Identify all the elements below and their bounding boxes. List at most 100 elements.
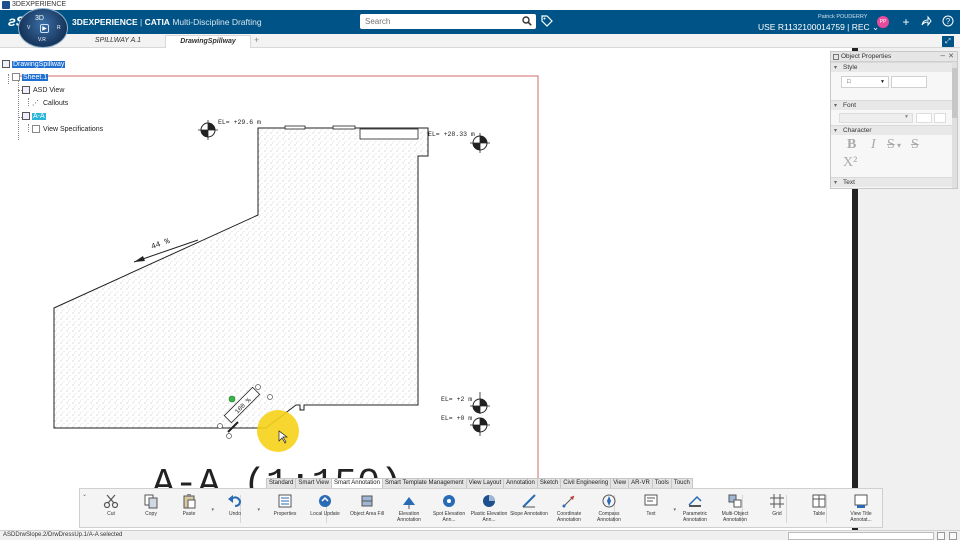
tree-view-specs[interactable]: View Specifications — [32, 125, 104, 135]
tree-asd-view[interactable]: ASD View — [22, 86, 65, 96]
compass-icon — [601, 493, 617, 509]
spillway-section[interactable] — [53, 127, 429, 429]
grip-handle[interactable] — [255, 384, 261, 390]
compass-button[interactable]: Compass Annotation — [588, 491, 630, 527]
elevation-marker-right-lower[interactable]: EL= +0 m — [441, 415, 490, 436]
specs-icon — [32, 125, 40, 134]
share-icon[interactable] — [919, 15, 933, 29]
play-icon[interactable]: ▶ — [40, 24, 49, 33]
panel-title: Object Properties – ✕ — [831, 51, 957, 62]
properties-button[interactable]: Properties — [264, 491, 306, 527]
bottom-tab[interactable]: Smart Template Management — [381, 478, 467, 488]
underline-button[interactable]: S — [911, 137, 919, 153]
undo-button[interactable]: Undo ▾ — [214, 491, 260, 527]
grid-button[interactable]: Grid — [756, 491, 798, 527]
grip-handle[interactable] — [217, 423, 223, 429]
collapse-icon[interactable]: ⌄ — [82, 491, 87, 498]
action-label: Multi-Object Annotation — [721, 511, 749, 523]
status-input[interactable] — [788, 532, 934, 540]
local-update-button[interactable]: Local Update — [304, 491, 346, 527]
paste-button[interactable]: Paste ▾ — [168, 491, 214, 527]
elevation-marker-right-upper[interactable]: EL= +2 m — [441, 392, 490, 414]
view-title-button[interactable]: View Title Annotat... — [840, 491, 882, 527]
elevation-marker-top-right[interactable]: EL= +28.33 m — [428, 131, 490, 153]
copy-button[interactable]: Copy — [130, 491, 172, 527]
slope-button[interactable]: Slope Annotation — [508, 491, 550, 527]
superscript-button[interactable]: X² — [843, 155, 857, 171]
coordinate-button[interactable]: Coordinate Annotation — [548, 491, 590, 527]
crest-detail — [359, 128, 419, 140]
add-icon[interactable]: + — [899, 15, 913, 29]
copy-icon — [143, 493, 159, 509]
bottom-tab[interactable]: Standard — [266, 478, 297, 488]
compass-widget[interactable]: 3D V ▶ R V.R — [18, 8, 68, 48]
tag-icon[interactable] — [541, 15, 553, 30]
plastic-elevation-button[interactable]: Plastic Elevation Ann... — [468, 491, 510, 527]
elevation-marker-top-left[interactable]: EL= +29.6 m — [198, 119, 261, 140]
bottom-tab[interactable]: Smart Annotation — [330, 478, 383, 488]
style-field[interactable] — [891, 76, 927, 88]
style-select[interactable]: □ ▼ — [841, 76, 889, 88]
local-update-icon — [317, 493, 333, 509]
bottom-tab[interactable]: Touch — [670, 478, 693, 488]
crest-detail — [284, 125, 306, 130]
search-input[interactable] — [360, 14, 510, 29]
properties-icon — [277, 493, 293, 509]
panel-scrollbar[interactable] — [952, 62, 957, 188]
tree-sheet[interactable]: Sheet.1 — [12, 73, 49, 83]
expand-icon[interactable]: ⤢ — [942, 36, 954, 47]
multi-object-button[interactable]: Multi-Object Annotation — [714, 491, 756, 527]
slope-label[interactable]: 44 % — [150, 237, 171, 252]
status-icon[interactable] — [949, 532, 957, 540]
table-button[interactable]: Table — [798, 491, 840, 527]
strike-dropdown[interactable]: ▾ — [897, 141, 901, 150]
tree-root[interactable]: DrawingSpillway — [2, 60, 66, 70]
bottom-tab[interactable]: AR-VR — [628, 478, 653, 488]
font-size-arrow[interactable] — [934, 113, 946, 123]
spot-elevation-button[interactable]: Spot Elevation Ann... — [428, 491, 470, 527]
elevation-label: EL= +2 m — [441, 396, 472, 403]
tab-drawing-spillway[interactable]: DrawingSpillway — [165, 35, 251, 48]
bottom-tab[interactable]: Sketch — [536, 478, 562, 488]
drawing-canvas[interactable]: 44 % EL= +29.6 m EL= +28.33 m EL= +2 m E… — [0, 48, 852, 530]
bold-button[interactable]: B — [847, 137, 856, 153]
area-fill-button[interactable]: Object Area Fill — [346, 491, 388, 527]
bottom-tab[interactable]: Civil Engineering — [560, 478, 612, 488]
action-label: Coordinate Annotation — [556, 511, 582, 523]
font-size-field[interactable] — [916, 113, 932, 123]
tab-spillway[interactable]: SPILLWAY A.1 — [88, 35, 148, 48]
section-text[interactable]: Text — [831, 177, 957, 188]
section-character[interactable]: Character — [831, 125, 957, 136]
help-icon[interactable]: ? — [941, 15, 955, 29]
tree-aa[interactable]: A-A — [22, 112, 46, 122]
section-style[interactable]: Style — [831, 62, 957, 73]
close-button[interactable]: ✕ — [948, 52, 954, 62]
section-font[interactable]: Font — [831, 100, 957, 111]
status-icon[interactable] — [937, 532, 945, 540]
elevation-label: EL= +28.33 m — [428, 131, 475, 138]
font-select[interactable]: ▼ — [839, 113, 913, 123]
parametric-button[interactable]: Parametric Annotation — [674, 491, 716, 527]
search-icon[interactable] — [522, 16, 532, 29]
bottom-tab[interactable]: View — [610, 478, 630, 488]
bottom-tab[interactable]: View Layout — [465, 478, 505, 488]
bottom-tab[interactable]: Annotation — [503, 478, 538, 488]
avatar[interactable]: PP — [877, 16, 889, 28]
add-tab-button[interactable]: + — [254, 35, 259, 45]
text-button[interactable]: Text ▾ — [630, 491, 676, 527]
grip-handle[interactable] — [267, 394, 273, 400]
action-label: Undo — [229, 511, 241, 517]
elevation-button[interactable]: Elevation Annotation — [388, 491, 430, 527]
tree-callouts[interactable]: ⋰ Callouts — [32, 99, 69, 109]
grip-handle[interactable] — [228, 395, 236, 403]
bottom-tab[interactable]: Smart View — [295, 478, 332, 488]
user-context[interactable]: USE R1132100014759 | REC ⌄ — [758, 22, 879, 33]
chevron-down-icon[interactable]: ▾ — [257, 507, 260, 513]
strikethrough-button[interactable]: S — [887, 137, 895, 153]
grip-handle[interactable] — [226, 433, 232, 439]
italic-button[interactable]: I — [871, 137, 876, 153]
bottom-tab[interactable]: Tools — [651, 478, 672, 488]
minimize-button[interactable]: – — [941, 51, 945, 61]
scrollbar-thumb[interactable] — [952, 68, 957, 118]
scissors-button[interactable]: Cut — [90, 491, 132, 527]
